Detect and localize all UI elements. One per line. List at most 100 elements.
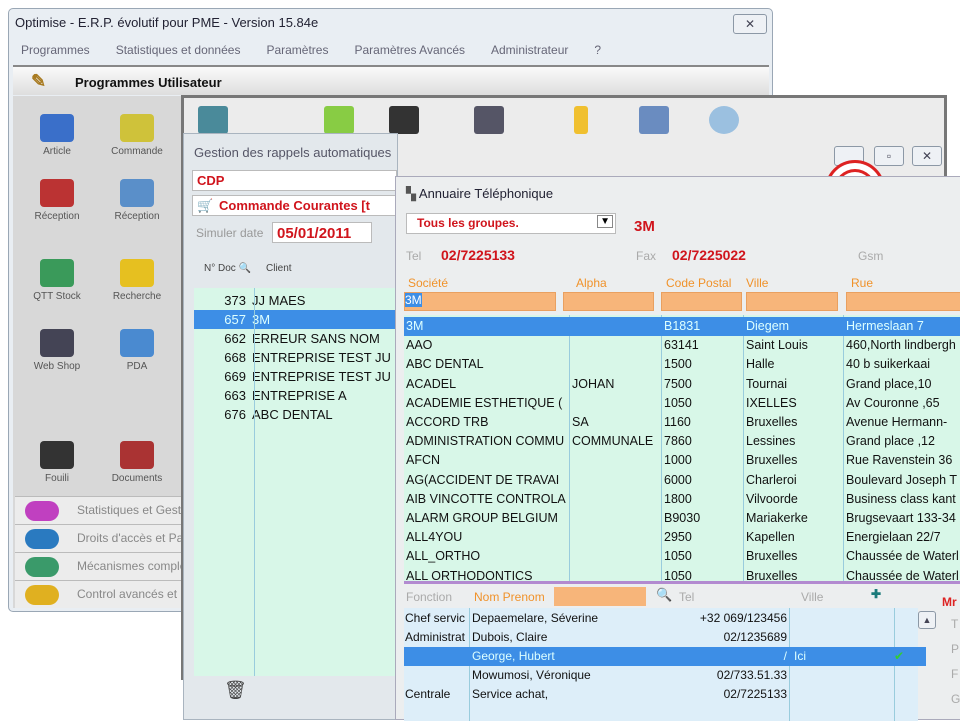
program-panel: Article Commande Réception Réception QTT Sto… xyxy=(13,96,185,608)
table-row[interactable]: AFCN 1000 Bruxelles Rue Ravenstein 36 xyxy=(404,451,960,470)
program-tile[interactable]: Article xyxy=(21,114,93,157)
mail-icon[interactable] xyxy=(709,106,739,134)
col-tel[interactable]: Tel xyxy=(679,590,694,604)
contact-row[interactable]: Chef servic Depaemelare, Séverine +32 069/… xyxy=(404,609,926,628)
table-row[interactable]: AIB VINCOTTE CONTROLA 1800 Vilvoorde Busine… xyxy=(404,490,960,509)
table-row[interactable]: AAO 63141 Saint Louis 460,North lindbergh xyxy=(404,336,960,355)
table-row[interactable]: ABC DENTAL 1500 Halle 40 b suikerkaai xyxy=(404,355,960,374)
cell: Grand place ,12 xyxy=(846,434,935,449)
col-ville-contact[interactable]: Ville xyxy=(801,590,823,604)
table-row[interactable]: 669 ENTREPRISE TEST JU xyxy=(194,367,399,386)
filter-code-postal[interactable] xyxy=(661,292,742,311)
col-nom-prenom[interactable]: Nom Prenom xyxy=(474,590,545,604)
table-row[interactable]: 668 ENTREPRISE TEST JU xyxy=(194,348,399,367)
filter-alpha[interactable] xyxy=(563,292,654,311)
calendar-icon[interactable] xyxy=(639,106,669,134)
fouili-icon xyxy=(40,441,74,469)
table-row[interactable]: 662 ERREUR SANS NOM xyxy=(194,329,399,348)
menu-help[interactable]: ? xyxy=(594,43,601,57)
section-item[interactable]: Droits d'accès et Paramètres xyxy=(15,524,185,552)
cell: B1831 xyxy=(664,319,701,333)
scroll-up-button[interactable]: ▲ xyxy=(918,611,936,629)
money-icon[interactable] xyxy=(324,106,354,134)
section-item[interactable]: Statistiques et Gestion xyxy=(15,496,185,524)
client-name: 3M xyxy=(252,312,271,327)
filter-ville[interactable] xyxy=(746,292,838,311)
table-row[interactable]: ALL_ORTHO 1050 Bruxelles Chaussée de Waterl xyxy=(404,547,960,566)
close-button[interactable]: ✕ xyxy=(733,14,767,34)
program-tile[interactable]: Réception xyxy=(21,179,93,222)
program-tile[interactable]: Recherche xyxy=(101,259,173,302)
trash-icon[interactable]: 🗑 xyxy=(224,680,247,701)
table-row[interactable]: 373 JJ MAES xyxy=(194,291,399,310)
cell: Administrat xyxy=(405,630,466,644)
table-row[interactable]: 676 ABC DENTAL xyxy=(194,405,399,424)
tile-label: Documents xyxy=(111,473,163,484)
menu-parametres[interactable]: Paramètres xyxy=(266,43,328,57)
nom-filter-input[interactable] xyxy=(554,587,646,606)
search-contact-icon[interactable]: 🔍 xyxy=(656,587,672,603)
table-row[interactable]: 657 3M xyxy=(194,310,399,329)
contact-row[interactable]: Administrat Dubois, Claire 02/1235689 xyxy=(404,628,926,647)
pda-icon xyxy=(120,329,154,357)
filter-rue[interactable] xyxy=(846,292,960,311)
program-tile[interactable]: Documents xyxy=(101,441,173,484)
phone-icon[interactable] xyxy=(574,106,588,134)
date-input[interactable]: 05/01/2011 xyxy=(272,222,372,243)
program-tile[interactable]: Réception xyxy=(101,179,173,222)
program-tile[interactable]: Fouili xyxy=(21,441,93,484)
cell: Lessines xyxy=(746,434,796,449)
col-doc[interactable]: N° Doc 🔍 xyxy=(204,263,251,274)
col-code-postal[interactable]: Code Postal xyxy=(666,276,731,290)
lab-icon[interactable] xyxy=(474,106,504,134)
picture-icon[interactable] xyxy=(198,106,228,134)
tile-label: QTT Stock xyxy=(33,291,81,302)
table-row[interactable]: ACADEMIE ESTHETIQUE (1050 IXELLES Av Couro… xyxy=(404,394,960,413)
cell: 1050 xyxy=(664,549,692,564)
program-tile[interactable]: PDA xyxy=(101,329,173,372)
menu-parametres-avances[interactable]: Paramètres Avancés xyxy=(354,43,465,57)
table-row[interactable]: 3M B1831 Diegem Hermeslaan 7 xyxy=(404,317,960,336)
section-label: Control avancés et xyxy=(77,587,178,601)
table-row[interactable]: 663 ENTREPRISE A xyxy=(194,386,399,405)
program-tile[interactable]: QTT Stock xyxy=(21,259,93,302)
col-fonction[interactable]: Fonction xyxy=(406,590,452,604)
main-window-title: Optimise - E.R.P. évolutif pour PME - Ve… xyxy=(15,15,319,30)
table-row[interactable]: ACADEL JOHAN 7500 Tournai Grand place,10 xyxy=(404,375,960,394)
section-item[interactable]: Control avancés et xyxy=(15,580,185,608)
col-ville[interactable]: Ville xyxy=(746,276,768,290)
cell: ABC DENTAL xyxy=(406,357,484,372)
close-button-2[interactable]: ✕ xyxy=(912,146,942,166)
contact-row[interactable]: George, Hubert / Ici ✔ xyxy=(404,647,926,666)
filter-societe[interactable]: 3M xyxy=(404,292,556,311)
table-row[interactable]: AG(ACCIDENT DE TRAVAI 6000 Charleroi Boulev… xyxy=(404,471,960,490)
table-row[interactable]: ACCORD TRB SA 1160 Bruxelles Avenue Hermann- xyxy=(404,413,960,432)
maximize-button[interactable]: ▫ xyxy=(874,146,904,166)
contact-row[interactable]: Mowumosi, Véronique 02/733.51.33 xyxy=(404,666,926,685)
program-tile[interactable]: Commande xyxy=(101,114,173,157)
contact-row[interactable]: Centrale Service achat, 02/7225133 xyxy=(404,685,926,704)
cell: SA xyxy=(572,415,589,429)
grid-icon[interactable] xyxy=(389,106,419,134)
table-row[interactable]: ADMINISTRATION COMMU COMMUNALE 7860 Lessine… xyxy=(404,432,960,451)
cdp-select[interactable]: CDP xyxy=(192,170,397,191)
cell: AG(ACCIDENT DE TRAVAI xyxy=(406,472,560,487)
menu-administrateur[interactable]: Administrateur xyxy=(491,43,568,57)
cell: Rue Ravenstein 36 xyxy=(846,453,953,468)
col-societe[interactable]: Société xyxy=(408,276,448,290)
cell: Bruxelles xyxy=(746,453,798,468)
col-client[interactable]: Client xyxy=(266,263,292,274)
table-row[interactable]: ALL4YOU 2950 Kapellen Energielaan 22/7 xyxy=(404,528,960,547)
group-select[interactable]: Tous les groupes. ▼ xyxy=(406,213,616,234)
cell: 02/733.51.33 xyxy=(716,668,787,682)
menu-statistiques[interactable]: Statistiques et données xyxy=(116,43,241,57)
add-contact-icon[interactable]: ✚ xyxy=(871,587,881,601)
menu-programmes[interactable]: Programmes xyxy=(21,43,90,57)
table-row[interactable]: ALARM GROUP BELGIUM B9030 Mariakerke Brugse… xyxy=(404,509,960,528)
col-rue[interactable]: Rue xyxy=(851,276,873,290)
company-name: 3M xyxy=(634,218,655,235)
section-item[interactable]: Mécanismes complémentaires xyxy=(15,552,185,580)
commande-select[interactable]: 🛒 Commande Courantes [t xyxy=(192,195,397,216)
col-alpha[interactable]: Alpha xyxy=(576,276,607,290)
program-tile[interactable]: Web Shop xyxy=(21,329,93,372)
